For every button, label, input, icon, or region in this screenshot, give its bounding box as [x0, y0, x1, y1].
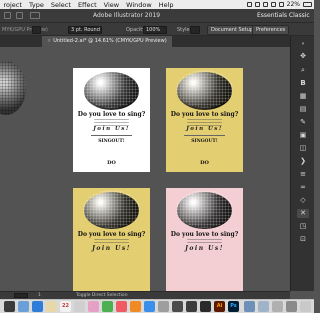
- pen-app-icon[interactable]: [186, 301, 197, 312]
- preferences-button[interactable]: Preferences: [252, 25, 290, 35]
- artboard-3[interactable]: Do you love to sing? ━━━━━━━━━━━━━━━━━━━…: [73, 188, 150, 291]
- current-tool-label: Toggle Direct Selection: [76, 293, 128, 298]
- graph-icon[interactable]: ◇: [297, 196, 309, 205]
- macos-dock: 22 Ai Ps: [0, 299, 314, 313]
- app-title: Adobe Illustrator 2019: [93, 12, 161, 19]
- artboard-number[interactable]: 1: [38, 293, 41, 298]
- artboard-2[interactable]: Do you love to sing? ━━━━━━━━━━━━━━━━━━━…: [166, 68, 243, 172]
- messages-icon[interactable]: [102, 301, 113, 312]
- preview-icon[interactable]: [286, 301, 297, 312]
- menu-item-window[interactable]: Window: [123, 1, 156, 9]
- poster-headline: Do you love to sing?: [170, 231, 239, 238]
- brush-dropdown[interactable]: 3 pt. Round: [68, 26, 102, 34]
- battery-icon[interactable]: [303, 2, 312, 7]
- poster-cta: SINGOUT!: [191, 139, 218, 144]
- transform-icon[interactable]: ⊡: [297, 235, 309, 244]
- music-icon[interactable]: [116, 301, 127, 312]
- link-icon[interactable]: ∞: [297, 183, 309, 192]
- poster-subhead: Join Us!: [186, 126, 223, 132]
- poster-fine-print: ━━━━━━━━━━━━━━━━━━━━━━━━ ━━━━━━━━━━━━━━━━…: [187, 239, 222, 244]
- workspace-switcher[interactable]: Essentials Classic: [257, 12, 310, 19]
- poster-subhead: Join Us!: [185, 245, 224, 252]
- menu-item-select[interactable]: Select: [47, 1, 74, 9]
- notes-icon[interactable]: [46, 301, 57, 312]
- bluetooth-icon[interactable]: [262, 2, 268, 7]
- brush-icon[interactable]: ✎: [297, 118, 309, 127]
- right-panel-dock: » ✥ ⌕ B ▦ ▤ ✎ ▣ ◫ ❯ ≡ ∞ ◇ ✕ ◳ ⊡: [290, 36, 314, 291]
- illustrator-screen: roject Type Select Effect View Window He…: [0, 0, 314, 313]
- battery-percent: 22%: [286, 1, 300, 8]
- books-icon[interactable]: [130, 301, 141, 312]
- menu-item-help[interactable]: Help: [155, 1, 177, 9]
- camera-app-icon[interactable]: [200, 301, 211, 312]
- chevron-icon[interactable]: ❯: [297, 157, 309, 166]
- illustrator-icon[interactable]: Ai: [214, 301, 225, 312]
- image-icon[interactable]: ▣: [297, 131, 309, 140]
- tab-label: Untitled-2.ai* @ 14.61% (CMYK/GPU Previe…: [53, 38, 167, 44]
- canvas-area[interactable]: Do you love to sing? ━━━━━━━━━━━━━━━━━━━…: [0, 47, 290, 291]
- close-icon[interactable]: ✕: [297, 209, 309, 218]
- safari-icon[interactable]: [32, 301, 43, 312]
- photos-icon[interactable]: [88, 301, 99, 312]
- poster-cta: SINGOUT!: [98, 139, 125, 144]
- control-bar: MYK/GPU Preview) 3 pt. Round Opacity: 10…: [0, 22, 314, 36]
- volume-icon[interactable]: [278, 2, 284, 7]
- offcanvas-microphone-art[interactable]: [0, 61, 26, 115]
- selection-icon[interactable]: ◳: [297, 222, 309, 231]
- align-icon[interactable]: ≡: [297, 170, 309, 179]
- grid-icon[interactable]: ▦: [297, 92, 309, 101]
- wifi-icon[interactable]: [270, 2, 276, 7]
- folder-icon[interactable]: [244, 301, 255, 312]
- photoshop-icon[interactable]: Ps: [228, 301, 239, 312]
- finder-icon[interactable]: [4, 301, 15, 312]
- poster-subhead: Join Us!: [93, 126, 130, 132]
- home-icon[interactable]: [4, 12, 11, 19]
- artboard-1[interactable]: Do you love to sing? ━━━━━━━━━━━━━━━━━━━…: [73, 68, 150, 172]
- document-tabbar: × Untitled-2.ai* @ 14.61% (CMYK/GPU Previ…: [0, 36, 290, 47]
- document-setup-button[interactable]: Document Setup: [207, 25, 258, 35]
- arrange-icon[interactable]: ▤: [297, 105, 309, 114]
- doc-mode-fragment: MYK/GPU Preview): [2, 27, 48, 33]
- menu-item-effect[interactable]: Effect: [74, 1, 100, 9]
- layers-icon[interactable]: ◫: [297, 144, 309, 153]
- contacts-icon[interactable]: [74, 301, 85, 312]
- status-bar: 1 Toggle Direct Selection: [0, 291, 290, 299]
- poster-logo: DO: [200, 160, 209, 166]
- zoom-dropdown[interactable]: [14, 293, 28, 298]
- app-titlebar: Adobe Illustrator 2019 Essentials Classi…: [0, 9, 314, 22]
- poster-headline: Do you love to sing?: [170, 111, 239, 118]
- launchpad-icon[interactable]: [18, 301, 29, 312]
- poster-headline: Do you love to sing?: [77, 111, 146, 118]
- downloads-icon[interactable]: [258, 301, 269, 312]
- poster-subhead: Join Us!: [92, 245, 131, 252]
- artboard-4[interactable]: Do you love to sing? ━━━━━━━━━━━━━━━━━━━…: [166, 188, 243, 291]
- calendar-icon[interactable]: 22: [60, 301, 71, 312]
- style-dropdown[interactable]: [190, 26, 200, 34]
- trash-icon[interactable]: [300, 301, 311, 312]
- layout-icon[interactable]: [16, 12, 23, 19]
- opacity-input[interactable]: 100%: [143, 26, 167, 34]
- move-icon[interactable]: ✥: [297, 52, 309, 61]
- macos-menubar: roject Type Select Effect View Window He…: [0, 0, 314, 9]
- misc-app-icon[interactable]: [172, 301, 183, 312]
- menu-item-project[interactable]: roject: [0, 1, 25, 9]
- poster-logo: DO: [107, 160, 116, 166]
- close-icon[interactable]: ×: [47, 38, 51, 44]
- search-icon[interactable]: ⌕: [297, 66, 309, 75]
- dropbox-icon[interactable]: [246, 2, 252, 7]
- brush-select-icon[interactable]: [30, 12, 40, 19]
- documents-icon[interactable]: [272, 301, 283, 312]
- settings-icon[interactable]: [158, 301, 169, 312]
- airplay-icon[interactable]: [254, 2, 260, 7]
- menu-item-type[interactable]: Type: [25, 1, 47, 9]
- poster-fine-print: ━━━━━━━━━━━━━━━━━━━━━━━━ ━━━━━━━━━━━━━━━━…: [94, 239, 129, 244]
- tab-untitled-2[interactable]: × Untitled-2.ai* @ 14.61% (CMYK/GPU Previ…: [42, 36, 172, 47]
- menu-item-view[interactable]: View: [100, 1, 122, 9]
- status-menus: 22%: [246, 0, 312, 9]
- app-store-icon[interactable]: [144, 301, 155, 312]
- collapse-panel-icon[interactable]: »: [297, 40, 309, 49]
- stroke-color-swatch[interactable]: [32, 26, 41, 34]
- poster-headline: Do you love to sing?: [77, 231, 146, 238]
- bold-type-icon[interactable]: B: [297, 79, 309, 88]
